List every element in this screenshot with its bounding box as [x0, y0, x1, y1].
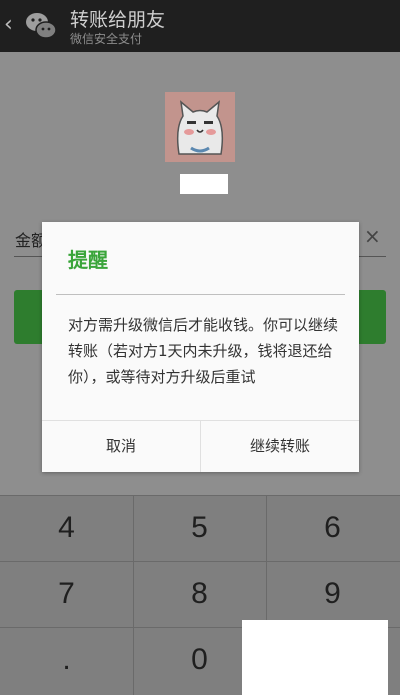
- key-dot[interactable]: .: [0, 627, 133, 693]
- reminder-dialog: 提醒 对方需升级微信后才能收钱。你可以继续转账（若对方1天内未升级，钱将退还给你…: [42, 222, 359, 472]
- key-8[interactable]: 8: [133, 561, 266, 627]
- dialog-title: 提醒: [68, 248, 108, 272]
- continue-transfer-button[interactable]: 继续转账: [201, 421, 359, 472]
- cancel-button[interactable]: 取消: [42, 421, 200, 472]
- key-9[interactable]: 9: [266, 561, 399, 627]
- dialog-message: 对方需升级微信后才能收钱。你可以继续转账（若对方1天内未升级，钱将退还给你），或…: [68, 316, 339, 386]
- top-bar: ‹ 转账给朋友 微信安全支付: [0, 0, 400, 52]
- cat-avatar-icon: [165, 92, 235, 162]
- back-icon[interactable]: ‹: [4, 10, 13, 40]
- wechat-logo-icon: [26, 13, 57, 39]
- recipient-name-redacted: [180, 174, 228, 194]
- page-title: 转账给朋友: [70, 9, 166, 31]
- recipient-avatar: [165, 92, 235, 162]
- page-subtitle: 微信安全支付: [70, 32, 143, 46]
- key-5[interactable]: 5: [133, 495, 266, 561]
- dialog-divider: [56, 294, 345, 295]
- key-6[interactable]: 6: [266, 495, 399, 561]
- key-7[interactable]: 7: [0, 561, 133, 627]
- key-4[interactable]: 4: [0, 495, 133, 561]
- clear-icon[interactable]: ×: [364, 224, 381, 248]
- key-delete-redacted[interactable]: [242, 620, 388, 695]
